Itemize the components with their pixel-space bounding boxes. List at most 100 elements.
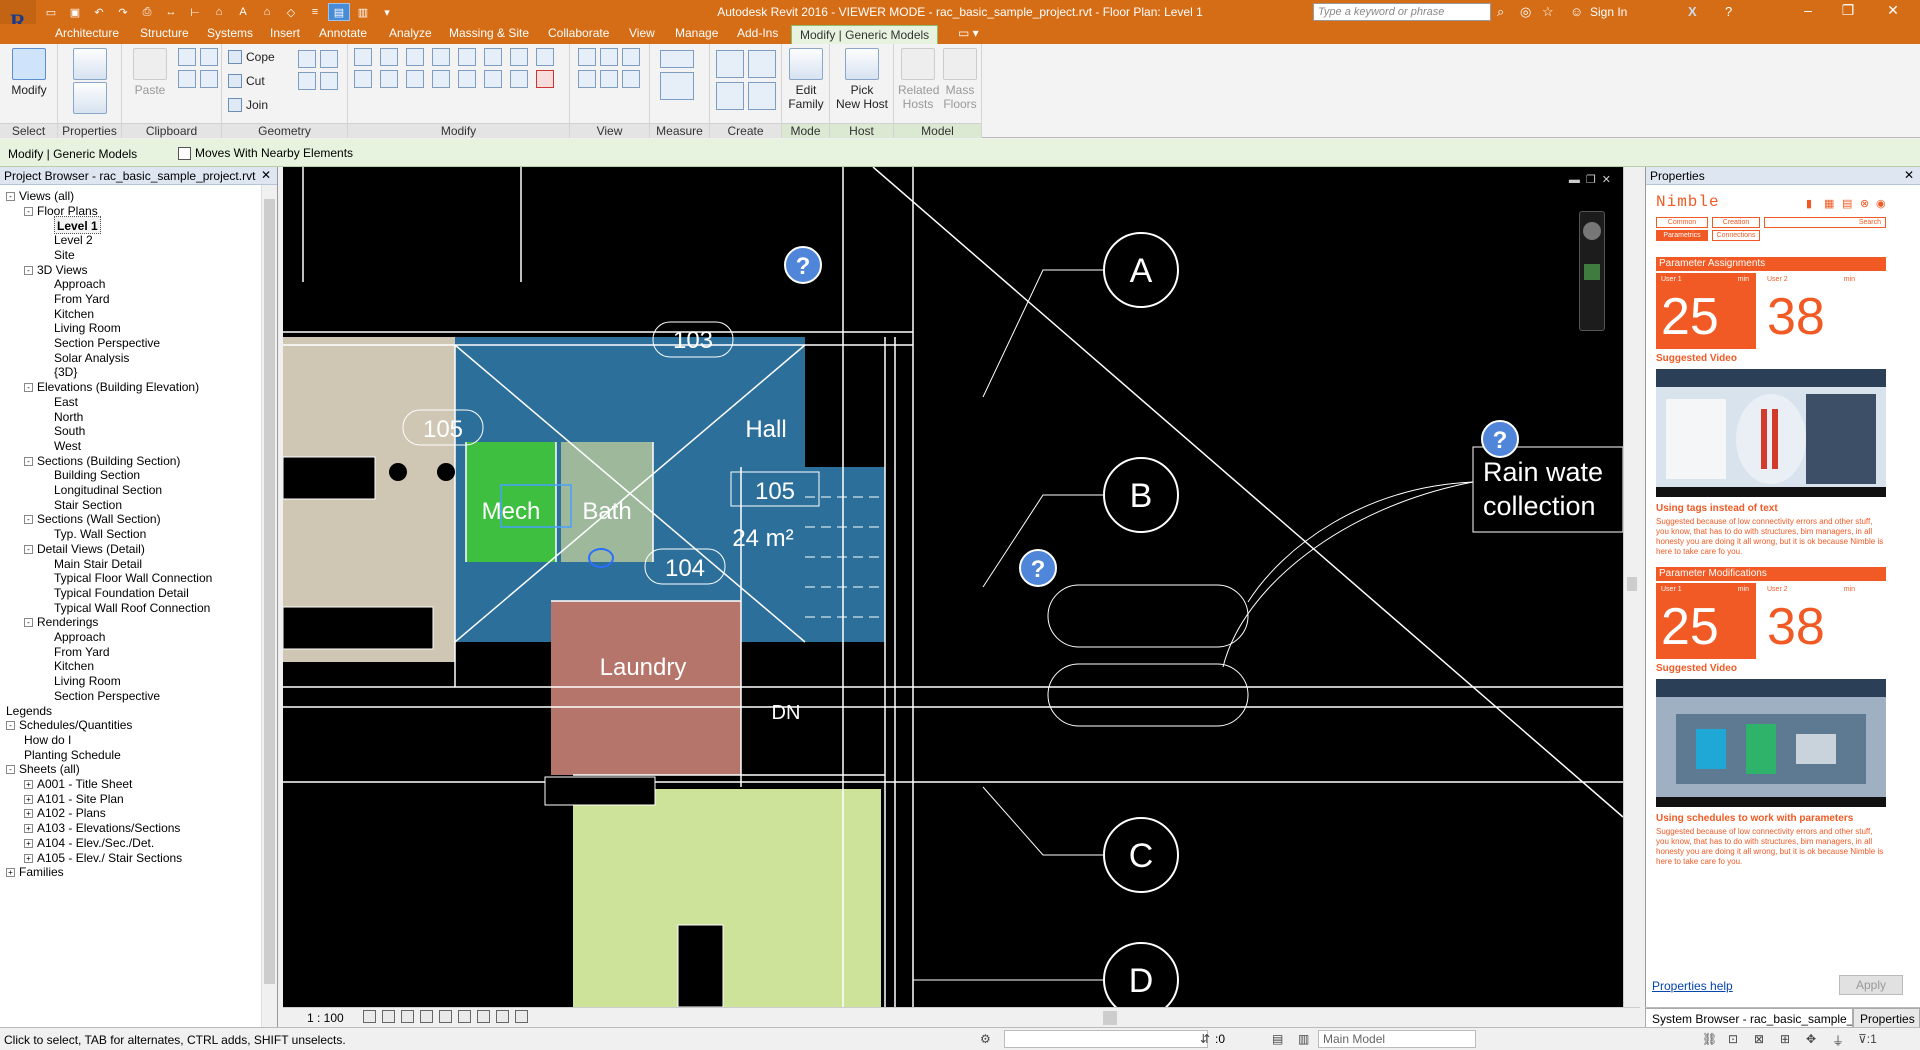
tab-annotate[interactable]: Annotate — [319, 26, 367, 40]
nimble-tab-common[interactable]: Common — [1656, 217, 1708, 228]
design-option-selector[interactable]: Main Model — [1318, 1030, 1476, 1048]
select-underlay-icon[interactable]: ⊡ — [1728, 1032, 1738, 1046]
tab-manage[interactable]: Manage — [675, 26, 718, 40]
scale-icon[interactable] — [406, 70, 424, 88]
pick-new-host-button[interactable]: Pick New Host — [834, 48, 890, 111]
nimble-tab-creation[interactable]: Creation — [1712, 217, 1760, 228]
collapse-icon[interactable]: - — [6, 721, 15, 731]
tree-item[interactable]: - Elevations (Building Elevation) — [24, 378, 199, 396]
align-icon[interactable] — [354, 48, 372, 66]
delete-icon[interactable] — [536, 70, 554, 88]
collapse-icon[interactable]: - — [6, 765, 15, 775]
grid-d-label[interactable]: D — [1129, 962, 1154, 1000]
customize-qat-icon[interactable]: ▾ — [376, 3, 398, 21]
collapse-icon[interactable]: - — [24, 544, 33, 554]
type-properties-button[interactable] — [72, 82, 108, 117]
mod-user-2-card[interactable]: User 2 min 38 — [1762, 583, 1862, 659]
ribbon-minimize-icon[interactable]: ▭ ▾ — [958, 26, 979, 40]
collapse-icon[interactable]: - — [24, 265, 33, 275]
isolate-icon[interactable] — [622, 70, 640, 88]
tab-collaborate[interactable]: Collaborate — [548, 26, 609, 40]
measure-distance-icon[interactable] — [660, 50, 694, 68]
aligned-dimension-icon[interactable] — [660, 72, 694, 100]
mirror-draw-icon[interactable] — [432, 48, 450, 66]
create-similar-icon[interactable] — [748, 82, 776, 110]
scrollbar-thumb[interactable] — [264, 199, 275, 984]
move-icon[interactable] — [458, 48, 476, 66]
shadows-icon[interactable] — [420, 1010, 433, 1023]
mod-user-1-card[interactable]: User 1 min 25 — [1656, 583, 1756, 659]
subscription-icon[interactable]: ◎ — [1520, 4, 1531, 20]
suggested-video-2[interactable] — [1656, 679, 1886, 807]
tab-add-ins[interactable]: Add-Ins — [737, 26, 778, 40]
visual-style-icon[interactable] — [382, 1010, 395, 1023]
tab-modify-generic-models[interactable]: Modify | Generic Models — [791, 25, 939, 45]
create-group-icon[interactable] — [716, 82, 744, 110]
suggested-video-1[interactable] — [1656, 369, 1886, 497]
design-options-icon-2[interactable]: ▥ — [1298, 1032, 1309, 1046]
worksharing-icon[interactable] — [515, 1010, 528, 1023]
properties-help-link[interactable]: Properties help — [1652, 979, 1733, 993]
assign-user-1-card[interactable]: User 1 min 25 — [1656, 273, 1756, 349]
hide-icon[interactable] — [578, 48, 596, 66]
nimble-tab-connections[interactable]: Connections — [1712, 230, 1760, 241]
collapse-icon[interactable]: - — [24, 618, 33, 628]
thin-lines-icon[interactable]: ≡ — [304, 3, 326, 21]
create-parts-icon[interactable] — [748, 50, 776, 78]
nimble-search-input[interactable]: Search — [1764, 217, 1886, 228]
expand-icon[interactable]: + — [24, 824, 33, 834]
pin-icon[interactable] — [458, 70, 476, 88]
override-icon[interactable] — [600, 48, 618, 66]
issue-marker-3[interactable]: ? — [1481, 420, 1519, 458]
grid-a-label[interactable]: A — [1130, 252, 1153, 290]
scrollbar-thumb[interactable] — [1627, 577, 1637, 591]
tab-structure[interactable]: Structure — [140, 26, 189, 40]
expand-icon[interactable]: + — [24, 838, 33, 848]
properties-button[interactable] — [72, 48, 108, 83]
grid-b-label[interactable]: B — [1130, 477, 1153, 515]
temporary-hide-icon[interactable] — [477, 1010, 490, 1023]
split-face-icon[interactable] — [298, 50, 316, 68]
expand-icon[interactable]: + — [24, 853, 33, 863]
nimble-close-icon[interactable]: ⊗ — [1860, 197, 1869, 210]
paint-icon[interactable] — [200, 70, 218, 88]
search-input[interactable]: Type a keyword or phrase — [1313, 3, 1491, 21]
tab-analyze[interactable]: Analyze — [389, 26, 432, 40]
tag-105a[interactable]: 105 — [423, 416, 463, 443]
nimble-logo-icon[interactable]: ◉ — [1876, 197, 1886, 210]
rain-tank-2[interactable] — [1047, 663, 1249, 727]
tag-105b[interactable]: 105 — [755, 478, 795, 505]
trim-extend-icon[interactable] — [484, 70, 502, 88]
paste-button[interactable]: Paste — [130, 48, 170, 97]
tree-item[interactable]: Section Perspective — [54, 687, 160, 705]
exchange-apps-icon[interactable]: X — [1688, 4, 1697, 19]
create-assembly-icon[interactable] — [716, 50, 744, 78]
apply-button[interactable]: Apply — [1839, 975, 1903, 995]
offset-icon[interactable] — [380, 48, 398, 66]
tab-insert[interactable]: Insert — [270, 26, 300, 40]
nimble-tab-parametrics[interactable]: Parametrics — [1656, 230, 1708, 241]
tab-architecture[interactable]: Architecture — [55, 26, 119, 40]
tab-properties[interactable]: Properties — [1853, 1008, 1920, 1028]
unpin-icon[interactable] — [432, 70, 450, 88]
moves-with-nearby-checkbox[interactable]: Moves With Nearby Elements — [178, 146, 353, 160]
rain-tank-1[interactable] — [1047, 584, 1249, 648]
print-icon[interactable]: ⎙ — [136, 3, 158, 21]
collapse-icon[interactable]: - — [24, 515, 33, 525]
horizontal-scrollbar-thumb[interactable] — [1103, 1011, 1117, 1025]
redo-icon[interactable]: ↷ — [112, 3, 134, 21]
modify-button[interactable]: Modify — [8, 48, 50, 97]
select-by-face-icon[interactable]: ⊞ — [1780, 1032, 1790, 1046]
show-crop-icon[interactable] — [458, 1010, 471, 1023]
tag-icon[interactable]: ⌂ — [208, 3, 230, 21]
tip-1-title[interactable]: Using tags instead of text — [1656, 503, 1778, 514]
cope-button[interactable]: Cope — [228, 50, 275, 64]
tag-104[interactable]: 104 — [665, 555, 705, 582]
rotate-icon[interactable] — [510, 48, 528, 66]
filter-count[interactable]: ⊽:1 — [1858, 1032, 1877, 1046]
tab-system-browser[interactable]: System Browser - rac_basic_sample_... — [1645, 1008, 1853, 1028]
sign-in-button[interactable]: Sign In — [1590, 5, 1627, 19]
detail-level-icon[interactable] — [363, 1010, 376, 1023]
select-pinned-icon[interactable]: ⊠ — [1754, 1032, 1764, 1046]
sun-path-icon[interactable] — [401, 1010, 414, 1023]
